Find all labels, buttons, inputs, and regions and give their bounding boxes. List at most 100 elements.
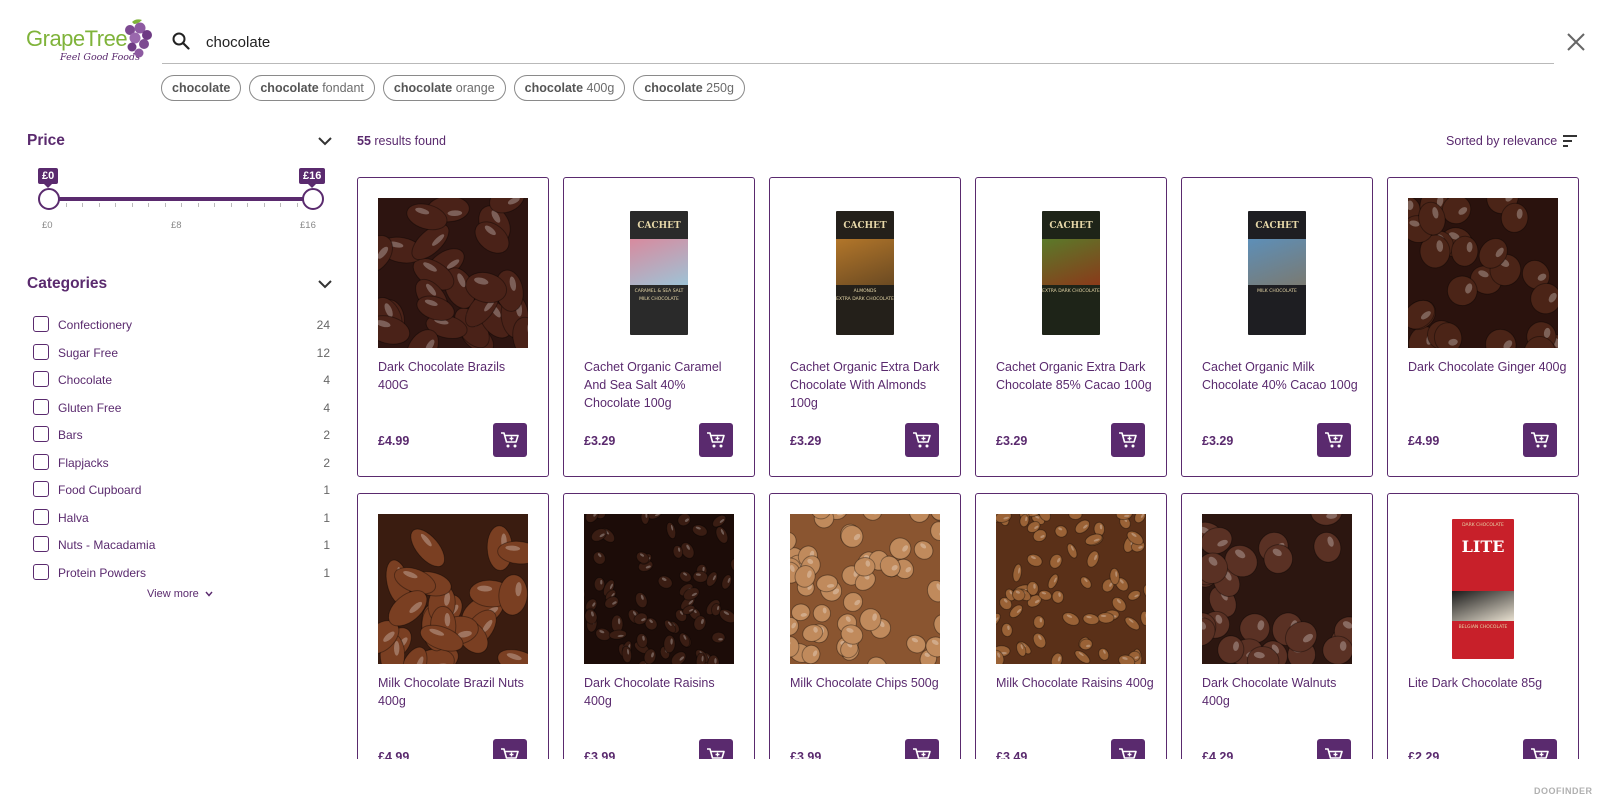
grape-icon <box>125 19 152 58</box>
add-to-cart-button[interactable] <box>1111 423 1145 457</box>
add-to-cart-button[interactable] <box>493 739 527 759</box>
suggestion-chip[interactable]: chocolate fondant <box>249 75 375 101</box>
product-image[interactable] <box>996 514 1146 664</box>
product-card[interactable]: CACHET ALMONDS EXTRA DARK CHOCOLATE Cachet … <box>769 177 961 477</box>
product-image[interactable]: CACHET CARAMEL & SEA SALT MILK CHOCOLATE <box>584 198 734 348</box>
product-price: £2.29 <box>1408 750 1440 759</box>
checkbox-icon[interactable] <box>33 343 49 360</box>
price-min-handle[interactable] <box>38 188 60 210</box>
product-card[interactable]: Milk Chocolate Brazil Nuts 400g £4.99 <box>357 493 549 759</box>
product-price: £3.29 <box>1202 434 1234 448</box>
doofinder-brand[interactable]: DOOFINDER <box>1534 786 1593 796</box>
product-title[interactable]: Cachet Organic Extra Dark Chocolate With… <box>790 358 950 412</box>
product-image[interactable]: CACHET ALMONDS EXTRA DARK CHOCOLATE <box>790 198 940 348</box>
price-range-slider[interactable]: £0 £16 £0 £8 £16 <box>37 168 329 234</box>
product-image[interactable] <box>790 514 940 664</box>
product-title[interactable]: Milk Chocolate Raisins 400g <box>996 674 1156 692</box>
product-title[interactable]: Dark Chocolate Ginger 400g <box>1408 358 1568 376</box>
product-card[interactable]: Dark Chocolate Walnuts 400g £4.29 <box>1181 493 1373 759</box>
category-item[interactable]: Sugar Free 12 <box>33 343 330 372</box>
product-image[interactable] <box>584 514 734 664</box>
product-image[interactable]: CACHET EXTRA DARK CHOCOLATE <box>996 198 1146 348</box>
checkbox-icon[interactable] <box>33 563 49 580</box>
add-to-cart-button[interactable] <box>1523 423 1557 457</box>
product-image[interactable]: LITE DARK CHOCOLATE BELGIAN CHOCOLATE <box>1408 514 1558 664</box>
price-max-handle[interactable] <box>302 188 324 210</box>
product-card[interactable]: Milk Chocolate Chips 500g £3.99 <box>769 493 961 759</box>
search-input[interactable] <box>206 30 1106 54</box>
category-item[interactable]: Gluten Free 4 <box>33 398 330 427</box>
add-to-cart-button[interactable] <box>1317 739 1351 759</box>
product-title[interactable]: Cachet Organic Extra Dark Chocolate 85% … <box>996 358 1156 394</box>
cart-icon <box>501 748 519 759</box>
checkbox-icon[interactable] <box>33 316 49 332</box>
category-item[interactable]: Halva 1 <box>33 508 330 537</box>
category-item[interactable]: Nuts - Macadamia 1 <box>33 536 330 564</box>
product-card[interactable]: Dark Chocolate Raisins 400g £3.99 <box>563 493 755 759</box>
add-to-cart-button[interactable] <box>1111 739 1145 759</box>
search-icon[interactable] <box>172 32 190 55</box>
product-card[interactable]: Dark Chocolate Ginger 400g £4.99 <box>1387 177 1579 477</box>
category-item[interactable]: Flapjacks 2 <box>33 453 330 482</box>
category-item[interactable]: Food Cupboard 1 <box>33 481 330 509</box>
checkbox-icon[interactable] <box>33 481 49 497</box>
add-to-cart-button[interactable] <box>1317 423 1351 457</box>
checkbox-icon[interactable] <box>33 536 49 552</box>
product-card[interactable]: CACHET EXTRA DARK CHOCOLATE Cachet Organic… <box>975 177 1167 477</box>
cart-icon <box>1119 432 1137 448</box>
product-title[interactable]: Dark Chocolate Raisins 400g <box>584 674 744 710</box>
product-card[interactable]: LITE DARK CHOCOLATE BELGIAN CHOCOLATE Lite … <box>1387 493 1579 759</box>
close-icon[interactable] <box>1566 32 1588 54</box>
product-card[interactable]: Dark Chocolate Brazils 400G £4.99 <box>357 177 549 477</box>
suggestion-chip[interactable]: chocolate orange <box>382 75 506 101</box>
product-image[interactable] <box>378 198 528 348</box>
product-title[interactable]: Lite Dark Chocolate 85g <box>1408 674 1568 692</box>
add-to-cart-button[interactable] <box>699 739 733 759</box>
product-image[interactable] <box>1202 514 1352 664</box>
add-to-cart-button[interactable] <box>699 423 733 457</box>
product-title[interactable]: Dark Chocolate Walnuts 400g <box>1202 674 1362 710</box>
product-image[interactable] <box>1408 198 1558 348</box>
checkbox-icon[interactable] <box>33 508 49 525</box>
product-card[interactable]: Milk Chocolate Raisins 400g £3.49 <box>975 493 1167 759</box>
sort-label[interactable]: Sorted by relevance <box>1446 134 1557 148</box>
category-item[interactable]: Chocolate 4 <box>33 371 330 399</box>
suggestion-chip[interactable]: chocolate 400g <box>513 75 626 101</box>
product-image[interactable] <box>378 514 528 664</box>
chevron-down-icon[interactable] <box>317 134 333 152</box>
add-to-cart-button[interactable] <box>1523 739 1557 759</box>
checkbox-icon[interactable] <box>33 398 49 415</box>
add-to-cart-button[interactable] <box>493 423 527 457</box>
product-image[interactable]: CACHET MILK CHOCOLATE <box>1202 198 1352 348</box>
product-title[interactable]: Milk Chocolate Chips 500g <box>790 674 950 692</box>
product-title[interactable]: Cachet Organic Caramel And Sea Salt 40% … <box>584 358 744 412</box>
price-max-label: £16 <box>299 168 326 188</box>
category-item[interactable]: Bars 2 <box>33 426 330 454</box>
category-item[interactable]: Confectionery 24 <box>33 316 330 344</box>
grape-tree-logo[interactable]: GrapeTree Feel Good Foods <box>26 18 154 66</box>
categories-filter-title: Categories <box>27 275 108 292</box>
add-to-cart-button[interactable] <box>905 423 939 457</box>
add-to-cart-button[interactable] <box>905 739 939 759</box>
product-title[interactable]: Dark Chocolate Brazils 400G <box>378 358 538 394</box>
chevron-down-icon[interactable] <box>317 277 333 295</box>
product-title[interactable]: Milk Chocolate Brazil Nuts 400g <box>378 674 538 710</box>
checkbox-icon[interactable] <box>33 453 49 470</box>
product-photo <box>996 514 1146 664</box>
view-more-link[interactable]: View more <box>147 588 213 600</box>
product-card[interactable]: CACHET CARAMEL & SEA SALT MILK CHOCOLATE Ca… <box>563 177 755 477</box>
checkbox-icon[interactable] <box>33 371 49 387</box>
checkbox-icon[interactable] <box>33 426 49 442</box>
price-filter-header[interactable]: Price <box>27 132 333 156</box>
category-count: 4 <box>323 373 330 387</box>
sort-icon[interactable] <box>1562 134 1578 153</box>
category-item[interactable]: Protein Powders 1 <box>33 563 330 592</box>
slider-tick <box>230 203 232 207</box>
product-card[interactable]: CACHET MILK CHOCOLATE Cachet Organic Milk … <box>1181 177 1373 477</box>
price-slider-track[interactable] <box>49 197 313 201</box>
categories-filter-header[interactable]: Categories <box>27 275 333 299</box>
suggestion-chip[interactable]: chocolate 250g <box>633 75 745 101</box>
product-title[interactable]: Cachet Organic Milk Chocolate 40% Cacao … <box>1202 358 1362 394</box>
suggestion-chip[interactable]: chocolate <box>161 75 242 101</box>
suggestion-bold: chocolate <box>393 81 453 95</box>
